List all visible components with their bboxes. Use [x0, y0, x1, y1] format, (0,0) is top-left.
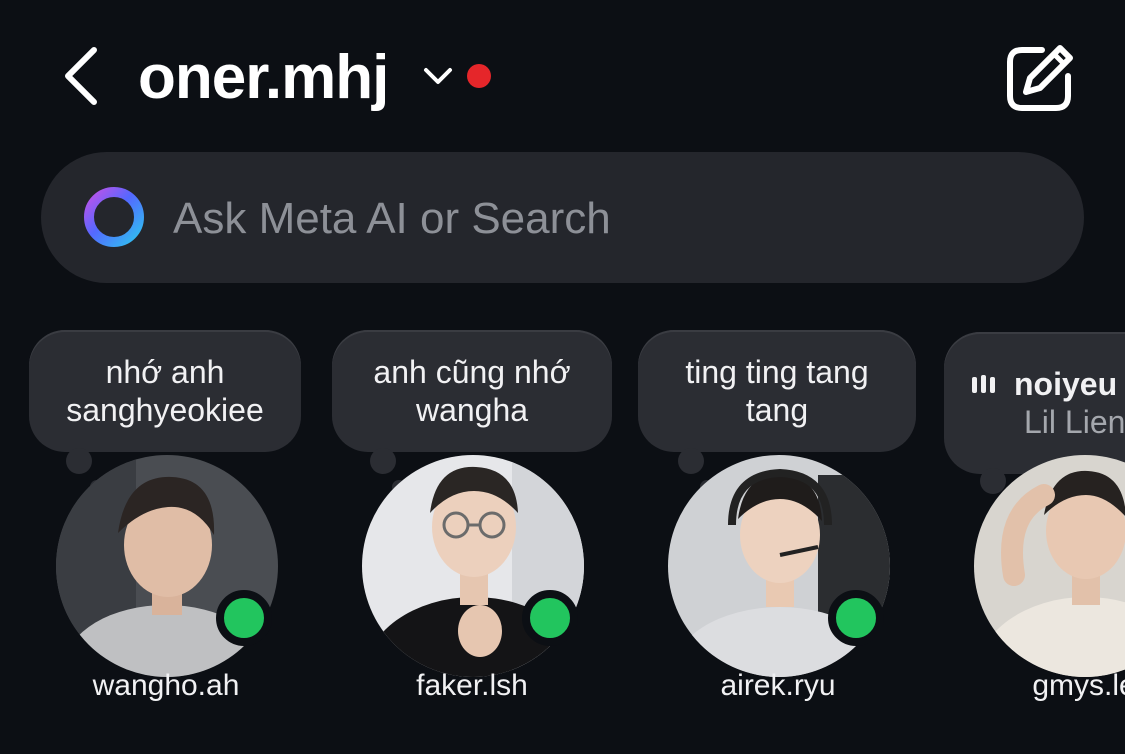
music-note-title-row: noiyeu	[970, 365, 1117, 403]
search-input[interactable]	[171, 180, 1035, 258]
contact-item[interactable]: noiyeu Lil Lien gmys.le	[934, 330, 1125, 730]
note-tail	[678, 448, 704, 474]
contact-username: faker.lsh	[416, 669, 528, 702]
online-status-dot	[828, 590, 884, 646]
messages-screen: oner.mhj nhớ anh	[0, 0, 1125, 754]
note-text-line2: wangha	[415, 392, 529, 428]
chevron-down-icon	[424, 68, 452, 84]
contact-item[interactable]: anh cũng nhớ wangha faker.lsh	[322, 330, 622, 730]
song-artist: Lil Lien	[1024, 404, 1125, 440]
note-text-line1: ting ting tang	[685, 354, 869, 390]
note-bubble[interactable]: anh cũng nhớ wangha	[332, 330, 612, 452]
note-text-line2: sanghyeokiee	[66, 392, 264, 428]
song-title: noiyeu	[1014, 366, 1118, 402]
note-tail	[66, 448, 92, 474]
compose-icon	[1007, 45, 1073, 111]
audio-bars-icon	[972, 375, 995, 393]
contact-username: gmys.le	[1032, 669, 1125, 702]
account-switcher-button[interactable]	[420, 64, 456, 90]
note-text-line1: anh cũng nhớ	[373, 354, 571, 390]
online-status-dot	[522, 590, 578, 646]
music-note-bubble[interactable]: noiyeu Lil Lien	[944, 332, 1125, 474]
note-text-line2: tang	[745, 392, 809, 428]
note-bubble[interactable]: ting ting tang tang	[638, 330, 916, 452]
contact-item[interactable]: nhớ anh sanghyeokiee wangho.ah	[16, 330, 316, 730]
back-button[interactable]	[58, 44, 106, 108]
chevron-left-icon	[65, 47, 97, 105]
unread-indicator-dot	[467, 64, 491, 88]
search-bar[interactable]	[41, 152, 1084, 283]
note-text-line1: nhớ anh	[105, 354, 225, 390]
contact-username: wangho.ah	[92, 669, 240, 702]
note-tail	[370, 448, 396, 474]
account-username[interactable]: oner.mhj	[138, 38, 389, 118]
contact-item[interactable]: ting ting tang tang airek.ryu	[628, 330, 928, 730]
contact-username: airek.ryu	[720, 669, 836, 702]
compose-button[interactable]	[1004, 42, 1076, 114]
online-status-dot	[216, 590, 272, 646]
meta-ai-ring-icon	[84, 187, 144, 247]
note-bubble[interactable]: nhớ anh sanghyeokiee	[29, 330, 301, 452]
